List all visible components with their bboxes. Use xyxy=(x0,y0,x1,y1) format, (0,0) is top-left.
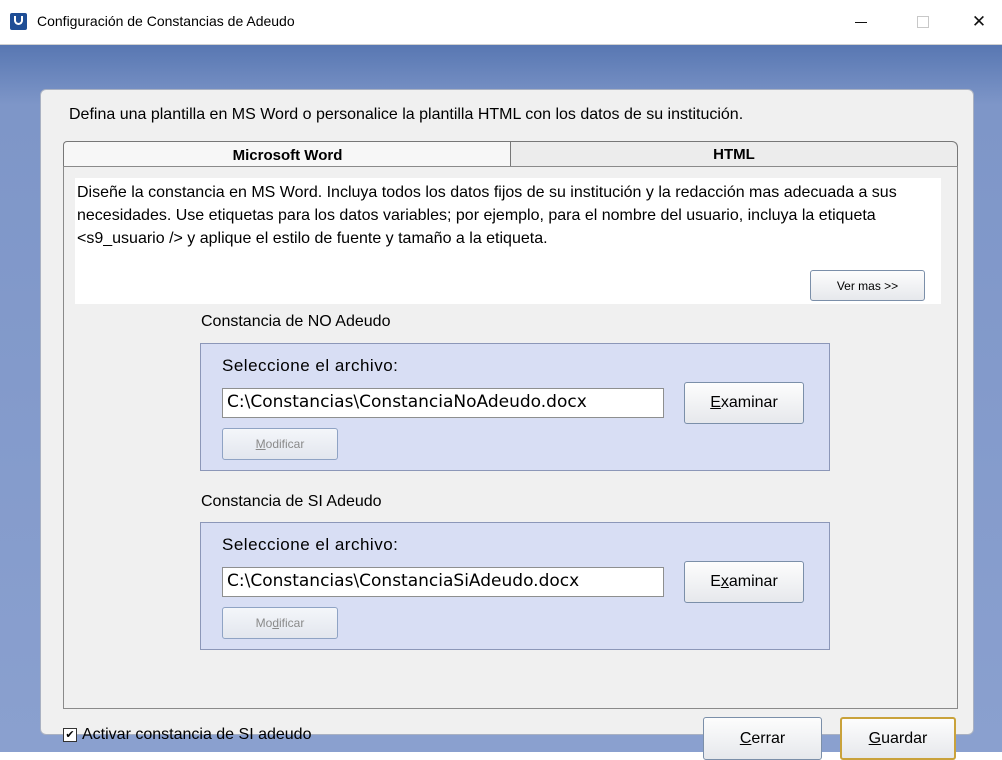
si-adeudo-group: Seleccione el archivo: C:\Constancias\Co… xyxy=(200,522,830,650)
cerrar-accel: C xyxy=(739,729,752,747)
guardar-label: uardar xyxy=(881,729,928,747)
si-adeudo-examinar-button[interactable]: Ex aminar xyxy=(684,561,804,603)
cerrar-button[interactable]: Cerrar xyxy=(703,717,822,760)
guardar-button[interactable]: Guardar xyxy=(840,717,956,760)
window-client-area: Defina una plantilla en MS Word o person… xyxy=(0,45,1002,760)
no-adeudo-group: Seleccione el archivo: C:\Constancias\Co… xyxy=(200,343,830,471)
no-adeudo-examinar-accel: E xyxy=(710,394,721,411)
no-adeudo-examinar-label: xaminar xyxy=(720,394,778,411)
activar-si-adeudo-label: Activar constancia de SI adeudo xyxy=(82,726,312,743)
no-adeudo-group-label: Constancia de NO Adeudo xyxy=(201,313,391,330)
tab-strip: Microsoft Word HTML xyxy=(63,141,958,168)
close-window-button[interactable] xyxy=(956,0,1002,44)
no-adeudo-modificar-label: odificar xyxy=(265,437,305,451)
main-panel: Defina una plantilla en MS Word o person… xyxy=(40,89,974,760)
no-adeudo-select-label: Seleccione el archivo: xyxy=(222,356,399,375)
si-adeudo-select-label: Seleccione el archivo: xyxy=(222,535,399,554)
si-adeudo-modificar-prefix: Mo xyxy=(255,616,273,630)
intro-text: Defina una plantilla en MS Word o person… xyxy=(69,106,744,123)
tab-page-word: Diseñe la constancia en MS Word. Incluya… xyxy=(63,166,958,709)
si-adeudo-examinar-prefix: E xyxy=(710,573,721,590)
si-adeudo-examinar-accel: x xyxy=(720,573,729,590)
no-adeudo-modificar-accel: M xyxy=(255,437,266,451)
activar-si-adeudo-row[interactable]: ✔ Activar constancia de SI adeudo xyxy=(63,726,311,744)
si-adeudo-modificar-accel: d xyxy=(272,616,279,630)
minimize-button[interactable] xyxy=(838,0,884,44)
tab-html[interactable]: HTML xyxy=(510,141,958,166)
si-adeudo-examinar-label: aminar xyxy=(728,573,778,590)
maximize-button xyxy=(900,0,946,44)
description-text: Diseñe la constancia en MS Word. Incluya… xyxy=(77,184,897,247)
si-adeudo-path-input[interactable]: C:\Constancias\ConstanciaSiAdeudo.docx xyxy=(222,567,664,597)
si-adeudo-group-label: Constancia de SI Adeudo xyxy=(201,493,382,510)
title-bar: Configuración de Constancias de Adeudo xyxy=(0,0,1002,45)
no-adeudo-examinar-button[interactable]: Examinar xyxy=(684,382,804,424)
guardar-accel: G xyxy=(868,729,882,747)
cerrar-label: errar xyxy=(751,729,786,747)
description-box: Diseñe la constancia en MS Word. Incluya… xyxy=(75,178,941,304)
window-title: Configuración de Constancias de Adeudo xyxy=(37,13,295,29)
no-adeudo-path-input[interactable]: C:\Constancias\ConstanciaNoAdeudo.docx xyxy=(222,388,664,418)
app-icon xyxy=(10,13,27,30)
si-adeudo-modificar-button[interactable]: Mo d ificar xyxy=(222,607,338,639)
ver-mas-button[interactable]: Ver mas >> xyxy=(810,270,925,301)
activar-si-adeudo-checkbox[interactable]: ✔ xyxy=(63,728,77,742)
no-adeudo-modificar-button[interactable]: Modificar xyxy=(222,428,338,460)
si-adeudo-modificar-label: ificar xyxy=(279,616,305,630)
tab-microsoft-word[interactable]: Microsoft Word xyxy=(63,141,512,168)
